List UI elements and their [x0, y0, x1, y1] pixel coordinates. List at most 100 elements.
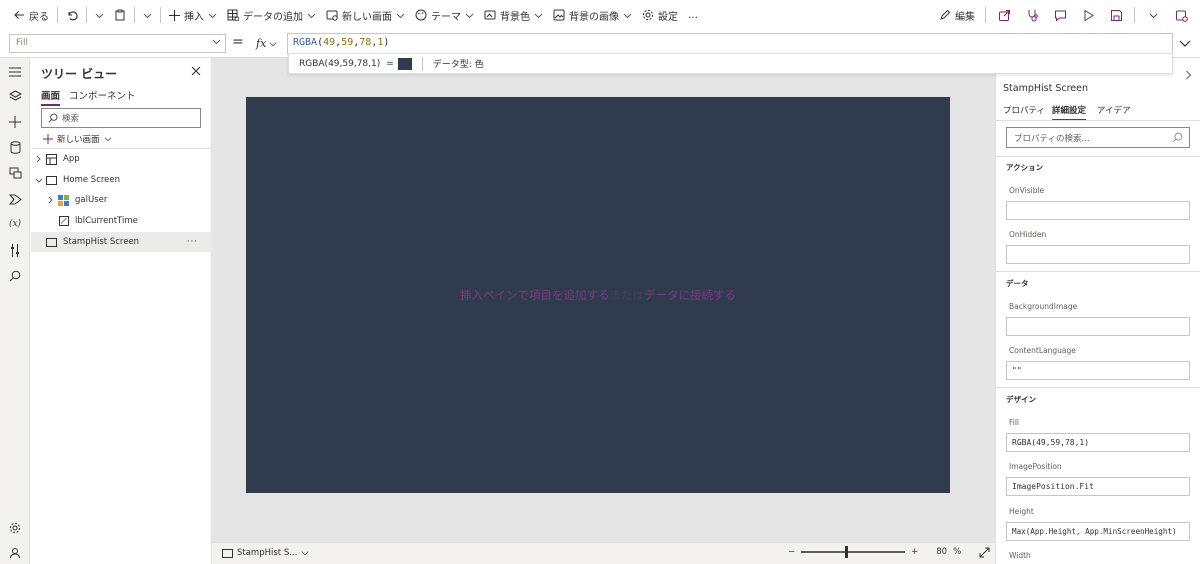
zoom-in-button[interactable]: + — [911, 547, 918, 557]
search-icon[interactable] — [7, 268, 23, 284]
section-divider — [996, 156, 1200, 157]
zoom-slider-track — [801, 551, 906, 553]
background-image-button[interactable]: 背景の画像 — [548, 0, 637, 30]
tab-screens[interactable]: 画面 — [41, 88, 61, 106]
close-icon[interactable] — [191, 66, 201, 76]
tree-item-lblcurrenttime[interactable]: lblCurrentTime — [31, 211, 212, 231]
variables-icon[interactable]: (x) — [7, 216, 23, 232]
zoom-slider[interactable] — [801, 546, 906, 558]
power-automate-icon[interactable] — [7, 191, 23, 207]
stethoscope-icon — [1026, 9, 1039, 22]
advanced-tools-icon[interactable] — [7, 242, 23, 258]
new-screen-button[interactable]: 新しい画面 — [321, 0, 410, 30]
imageposition-input[interactable]: ImagePosition.Fit — [1006, 477, 1190, 496]
chevron-down-icon — [143, 11, 152, 20]
chevron-right-icon[interactable] — [35, 155, 45, 163]
chevron-right-icon[interactable] — [1185, 70, 1192, 80]
app-checker-button[interactable] — [1019, 2, 1045, 28]
expand-formula-icon[interactable] — [1178, 36, 1192, 50]
background-image-label: 背景の画像 — [569, 11, 619, 23]
background-color-button[interactable]: 背景色 — [479, 0, 548, 30]
formula-arg-alpha: 1 — [377, 37, 384, 48]
insert-plus-icon[interactable] — [7, 114, 23, 130]
gallery-icon — [57, 194, 70, 206]
save-button[interactable] — [1103, 2, 1129, 28]
zoom-out-button[interactable]: − — [788, 547, 795, 557]
chevron-right-icon[interactable] — [47, 196, 57, 204]
more-commands-button[interactable]: … — [683, 0, 703, 30]
canvas-hint-or: または — [609, 288, 645, 302]
chevron-down-icon[interactable] — [35, 177, 45, 184]
zoom-control: − + 80 % — [788, 546, 990, 558]
play-icon — [1082, 9, 1095, 22]
backgroundimage-label: BackgroundImage — [1009, 302, 1078, 311]
tree-item-label: App — [63, 154, 80, 164]
zoom-slider-thumb[interactable] — [845, 546, 849, 558]
screen-selector[interactable]: StampHist S... — [222, 548, 309, 558]
screen-preview[interactable]: 挿入ペインで項目を追加する または データに接続する — [246, 97, 950, 493]
fill-input[interactable]: RGBA(49,59,78,1) — [1006, 433, 1190, 452]
section-design[interactable]: デザイン — [1006, 394, 1036, 405]
tab-components[interactable]: コンポーネント — [69, 88, 136, 102]
tab-advanced[interactable]: 詳細設定 — [1052, 104, 1087, 121]
property-dropdown[interactable]: Fill — [9, 34, 226, 53]
settings-gear-icon[interactable] — [7, 520, 23, 536]
property-search-input[interactable]: プロパティの検索... — [1006, 127, 1190, 148]
comments-button[interactable] — [1047, 2, 1073, 28]
canvas-hint-insert[interactable]: 挿入ペインで項目を追加する — [460, 287, 610, 303]
onhidden-label: OnHidden — [1009, 230, 1047, 239]
canvas-hint-connect-data[interactable]: データに接続する — [644, 287, 736, 303]
publish-button[interactable] — [1168, 2, 1194, 28]
virtual-agent-icon[interactable] — [7, 545, 23, 561]
preview-button[interactable] — [1075, 2, 1101, 28]
tree-item-home-screen[interactable]: Home Screen — [31, 170, 212, 190]
tab-ideas[interactable]: アイデア — [1097, 104, 1131, 116]
chevron-down-icon — [623, 11, 632, 20]
canvas-footer: StampHist S... − + 80 % — [212, 542, 995, 564]
insert-label: 挿入 — [184, 11, 204, 23]
media-icon[interactable] — [7, 165, 23, 181]
contentlanguage-input[interactable]: "" — [1006, 361, 1190, 380]
tree-search-input[interactable]: 検索 — [41, 108, 201, 128]
tree-item-label: galUser — [75, 195, 108, 205]
tree-item-galuser[interactable]: galUser — [31, 190, 212, 210]
fx-button[interactable]: fx — [256, 34, 284, 53]
section-data[interactable]: データ — [1006, 278, 1029, 289]
onvisible-input[interactable] — [1006, 201, 1190, 220]
design-canvas: 挿入ペインで項目を追加する または データに接続する — [212, 58, 995, 542]
back-button[interactable]: 戻る — [8, 0, 54, 30]
formula-result-hint: RGBA(49,59,78,1) = データ型: 色 — [288, 53, 1173, 74]
palette-icon — [415, 9, 427, 21]
formula-input[interactable]: RGBA(49,59,78,1) — [287, 33, 1173, 54]
section-actions[interactable]: アクション — [1006, 162, 1043, 173]
add-data-button[interactable]: データの追加 — [222, 0, 321, 30]
fit-to-window-icon[interactable] — [979, 547, 990, 558]
backgroundimage-input[interactable] — [1006, 317, 1190, 336]
tree-item-app[interactable]: App — [31, 149, 212, 169]
theme-button[interactable]: テーマ — [410, 0, 479, 30]
app-icon — [45, 153, 58, 165]
onhidden-input[interactable] — [1006, 245, 1190, 264]
height-input[interactable]: Max(App.Height, App.MinScreenHeight) — [1006, 522, 1190, 541]
data-cylinder-icon[interactable] — [7, 139, 23, 155]
save-menu-button[interactable] — [1140, 2, 1166, 28]
edit-button[interactable]: 編集 — [934, 0, 980, 30]
share-button[interactable] — [991, 2, 1017, 28]
edit-label: 編集 — [955, 11, 975, 23]
insert-button[interactable]: 挿入 — [164, 0, 222, 30]
contentlanguage-label: ContentLanguage — [1009, 346, 1076, 355]
tree-new-screen-button[interactable]: 新しい画面 — [43, 133, 112, 145]
paste-button[interactable] — [109, 0, 131, 30]
settings-button[interactable]: 設定 — [637, 0, 683, 30]
search-icon — [1172, 132, 1183, 143]
undo-button[interactable] — [61, 0, 83, 30]
left-rail: (x) — [0, 58, 30, 564]
layers-icon[interactable] — [7, 88, 23, 104]
menu-icon[interactable] — [7, 64, 23, 80]
undo-icon — [66, 9, 78, 21]
undo-menu-button[interactable] — [90, 0, 109, 30]
tree-item-stamphist-screen[interactable]: StampHist Screen ··· — [31, 232, 212, 252]
more-options-icon[interactable]: ··· — [187, 237, 198, 247]
paste-menu-button[interactable] — [138, 0, 157, 30]
tab-properties[interactable]: プロパティ — [1003, 104, 1045, 116]
